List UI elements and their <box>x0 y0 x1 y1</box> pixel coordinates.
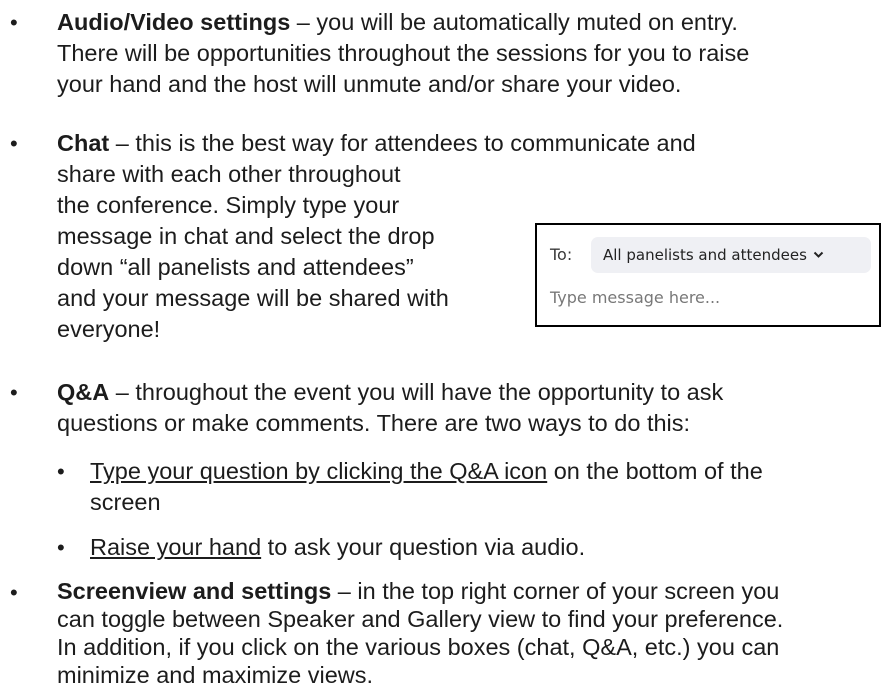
recipient-value: All panelists and attendees <box>603 245 807 264</box>
sub-bullet: • <box>57 535 65 560</box>
audio-video-line-2: There will be opportunities throughout t… <box>57 40 750 66</box>
qa-option-type-line-2: screen <box>90 489 161 515</box>
qa-option-raise-text: to ask your question via audio. <box>261 534 586 560</box>
chat-to-label: To: <box>550 245 573 264</box>
audio-video-line-3: your hand and the host will unmute and/o… <box>57 71 682 97</box>
qa-line-2: questions or make comments. There are tw… <box>57 410 691 436</box>
audio-video-text: – you will be automatically muted on ent… <box>290 9 738 35</box>
qa-title: Q&A <box>57 379 110 405</box>
bullet: • <box>10 580 18 605</box>
screenview-line-1: Screenview and settings – in the top rig… <box>57 577 783 605</box>
screenview-line-2: can toggle between Speaker and Gallery v… <box>57 606 784 632</box>
qa-option-raise-line: Raise your hand to ask your question via… <box>90 532 585 563</box>
audio-video-line-1: Audio/Video settings – you will be autom… <box>57 7 749 38</box>
qa-option-type-underlined: Type your question by clicking the Q&A i… <box>90 458 548 484</box>
audio-video-title: Audio/Video settings <box>57 9 291 35</box>
screenview-line-3: In addition, if you click on the various… <box>57 634 780 660</box>
bullet: • <box>10 380 18 405</box>
instructions-document: • Audio/Video settings – you will be aut… <box>0 0 890 692</box>
qa-text: – throughout the event you will have the… <box>109 379 724 405</box>
screenview-text: – in the top right corner of your screen… <box>331 578 780 604</box>
bullet: • <box>10 10 18 35</box>
screenview-item: Screenview and settings – in the top rig… <box>57 577 783 689</box>
screenview-line-4: minimize and maximize views. <box>57 662 374 688</box>
qa-option-type: Type your question by clicking the Q&A i… <box>90 456 763 518</box>
chat-line-2: share with each other throughout <box>57 161 401 187</box>
qa-option-raise-hand: Raise your hand to ask your question via… <box>90 532 585 563</box>
qa-item: Q&A – throughout the event you will have… <box>57 377 723 439</box>
chat-message-input[interactable]: Type message here... <box>550 288 720 308</box>
screenview-title: Screenview and settings <box>57 578 332 604</box>
recipient-dropdown[interactable]: All panelists and attendees <box>591 237 871 273</box>
chevron-down-icon <box>813 251 824 258</box>
qa-line-1: Q&A – throughout the event you will have… <box>57 377 723 408</box>
chat-line-3: the conference. Simply type your <box>57 192 400 218</box>
bullet: • <box>10 131 18 156</box>
chat-title: Chat <box>57 130 110 156</box>
audio-video-item: Audio/Video settings – you will be autom… <box>57 7 749 100</box>
sub-bullet: • <box>57 459 65 484</box>
chat-panel-screenshot: To: All panelists and attendees Type mes… <box>535 223 881 327</box>
qa-option-type-text: on the bottom of the <box>547 458 763 484</box>
qa-option-raise-underlined: Raise your hand <box>90 534 262 560</box>
qa-option-type-line-1: Type your question by clicking the Q&A i… <box>90 456 763 487</box>
chat-line-1: Chat – this is the best way for attendee… <box>57 128 696 159</box>
chat-text: – this is the best way for attendees to … <box>109 130 696 156</box>
